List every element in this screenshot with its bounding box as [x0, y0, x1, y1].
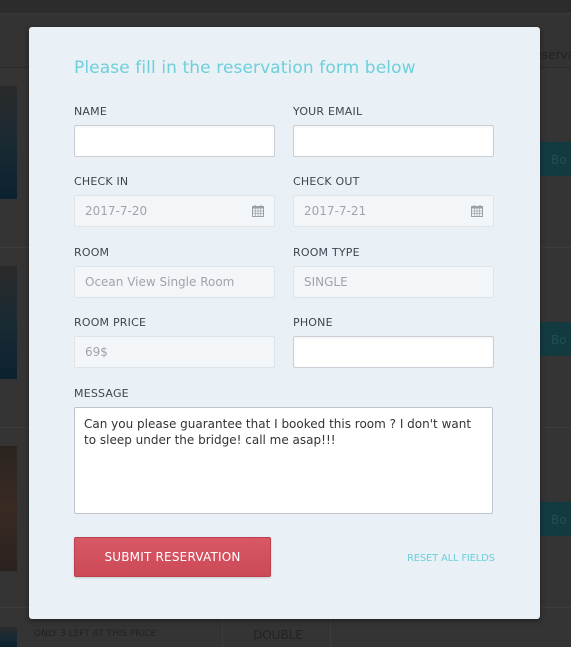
check-in-input[interactable]	[74, 195, 275, 227]
room-type-label: ROOM TYPE	[293, 246, 360, 259]
modal-title: Please fill in the reservation form belo…	[74, 58, 416, 78]
name-label: NAME	[74, 105, 107, 118]
background-top-bar	[0, 0, 571, 14]
phone-input[interactable]	[293, 336, 494, 368]
check-out-label: CHECK OUT	[293, 175, 360, 188]
calendar-icon[interactable]	[252, 205, 264, 217]
room-price-label: ROOM PRICE	[74, 316, 147, 329]
name-field-group: NAME	[74, 105, 275, 157]
email-field-group: YOUR EMAIL	[293, 105, 494, 157]
background-book-button: Bo	[539, 502, 571, 536]
check-in-label: CHECK IN	[74, 175, 129, 188]
calendar-icon[interactable]	[471, 205, 483, 217]
reset-all-fields-link[interactable]: RESET ALL FIELDS	[407, 553, 495, 564]
room-price-field-group: ROOM PRICE	[74, 316, 275, 368]
room-thumbnail	[0, 86, 17, 199]
name-input[interactable]	[74, 125, 275, 157]
room-field-group: ROOM	[74, 246, 275, 298]
phone-field-group: PHONE	[293, 316, 494, 368]
divider	[330, 618, 331, 647]
divider	[222, 618, 223, 647]
message-label: MESSAGE	[74, 387, 129, 400]
room-price-input[interactable]	[74, 336, 275, 368]
room-thumbnail	[0, 266, 17, 379]
background-book-button: Bo	[539, 322, 571, 356]
email-input[interactable]	[293, 125, 494, 157]
message-field-group: MESSAGE Can you please guarantee that I …	[74, 387, 493, 514]
room-thumbnail	[0, 446, 17, 571]
check-out-field-group: CHECK OUT	[293, 175, 494, 227]
phone-label: PHONE	[293, 316, 333, 329]
room-type-field-group: ROOM TYPE	[293, 246, 494, 298]
background-availability-text: ONLY 3 LEFT AT THIS PRICE	[34, 629, 157, 639]
room-label: ROOM	[74, 246, 110, 259]
room-type-input[interactable]	[293, 266, 494, 298]
background-room-type-text: DOUBLE	[253, 628, 303, 642]
room-input[interactable]	[74, 266, 275, 298]
reservation-modal: Please fill in the reservation form belo…	[29, 27, 540, 619]
message-textarea[interactable]: Can you please guarantee that I booked t…	[74, 407, 493, 514]
email-label: YOUR EMAIL	[293, 105, 363, 118]
check-out-input[interactable]	[293, 195, 494, 227]
background-book-button: Bo	[539, 142, 571, 176]
submit-reservation-button[interactable]: SUBMIT RESERVATION	[74, 537, 271, 577]
room-thumbnail	[0, 627, 17, 647]
check-in-field-group: CHECK IN	[74, 175, 275, 227]
